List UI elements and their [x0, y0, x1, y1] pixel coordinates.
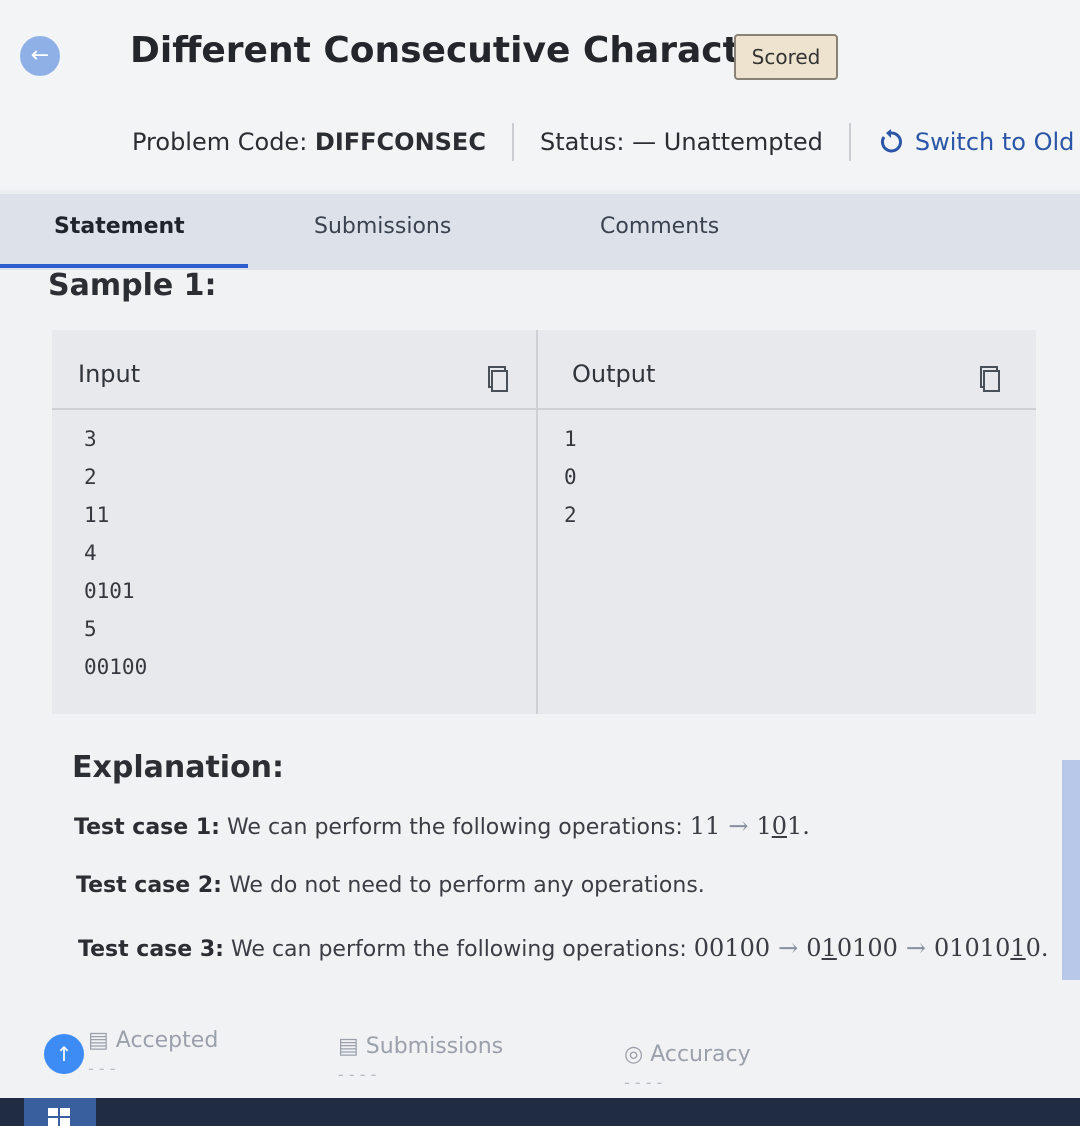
- problem-code: Problem Code: DIFFCONSEC: [132, 128, 486, 156]
- copy-input-icon[interactable]: [488, 366, 508, 392]
- input-line: 0101: [84, 579, 135, 603]
- explanation-title: Explanation:: [72, 750, 285, 785]
- problem-status: Status: — Unattempted: [539, 128, 823, 156]
- sample-title: Sample 1:: [48, 268, 217, 303]
- input-line: 2: [84, 465, 97, 489]
- input-line: 11: [84, 503, 110, 527]
- meta-divider: [511, 123, 514, 161]
- accepted-stat: ▤ Accepted - - -: [88, 1028, 219, 1078]
- sample-input: 3 2 11 4 0101 5 00100: [84, 420, 147, 686]
- sample-io-table: Input Output 3 2 11 4 0101 5 00100 1 0 2: [52, 330, 1036, 714]
- problem-tabs: Statement Submissions Comments: [0, 194, 1080, 270]
- undo-icon: [880, 129, 902, 153]
- input-line: 4: [84, 541, 97, 565]
- io-table-header: [52, 330, 1036, 410]
- copy-output-icon[interactable]: [980, 366, 1000, 392]
- input-line: 3: [84, 427, 97, 451]
- tab-submissions[interactable]: Submissions: [314, 214, 451, 239]
- io-column-divider: [536, 330, 538, 714]
- problem-header: ← Different Consecutive Characters Score…: [0, 0, 1080, 190]
- test-case-1-math: 11 → 101.: [689, 812, 810, 840]
- side-panel-edge: [1062, 760, 1080, 980]
- test-case-3: Test case 3: We can perform the followin…: [78, 934, 1049, 962]
- input-line: 00100: [84, 655, 148, 679]
- problem-meta: Problem Code: DIFFCONSEC Status: — Unatt…: [132, 122, 1080, 162]
- tab-statement[interactable]: Statement: [54, 214, 185, 239]
- test-case-2: Test case 2: We do not need to perform a…: [76, 873, 705, 898]
- test-case-1: Test case 1: We can perform the followin…: [74, 812, 810, 840]
- back-button[interactable]: ←: [20, 36, 60, 76]
- input-column-label: Input: [78, 360, 141, 388]
- windows-logo-icon: [48, 1108, 70, 1126]
- arrow-left-icon: ←: [30, 43, 50, 68]
- output-line: 2: [564, 503, 577, 527]
- switch-to-old-button[interactable]: Switch to Old Co: [877, 128, 1080, 156]
- output-column-label: Output: [572, 360, 656, 388]
- target-icon: ◎: [624, 1042, 644, 1067]
- scroll-to-top-button[interactable]: ↑: [44, 1034, 84, 1074]
- input-line: 5: [84, 617, 97, 641]
- tab-comments[interactable]: Comments: [600, 214, 719, 239]
- output-line: 0: [564, 465, 577, 489]
- switch-to-old-label: Switch to Old Co: [914, 128, 1080, 156]
- output-line: 1: [564, 427, 577, 451]
- arrow-up-icon: ↑: [55, 1042, 73, 1066]
- accepted-icon: ▤: [88, 1028, 109, 1053]
- os-taskbar: [0, 1098, 1080, 1126]
- meta-divider: [848, 123, 851, 161]
- page-title: Different Consecutive Characters: [130, 30, 804, 71]
- document-icon: ▤: [338, 1034, 359, 1059]
- accuracy-stat: ◎ Accuracy - - - -: [624, 1042, 751, 1092]
- sample-output: 1 0 2: [564, 420, 577, 534]
- submissions-stat: ▤ Submissions - - - -: [338, 1034, 504, 1084]
- scored-badge: Scored: [734, 34, 838, 80]
- test-case-3-math: 00100 → 010100 → 0101010.: [693, 934, 1049, 962]
